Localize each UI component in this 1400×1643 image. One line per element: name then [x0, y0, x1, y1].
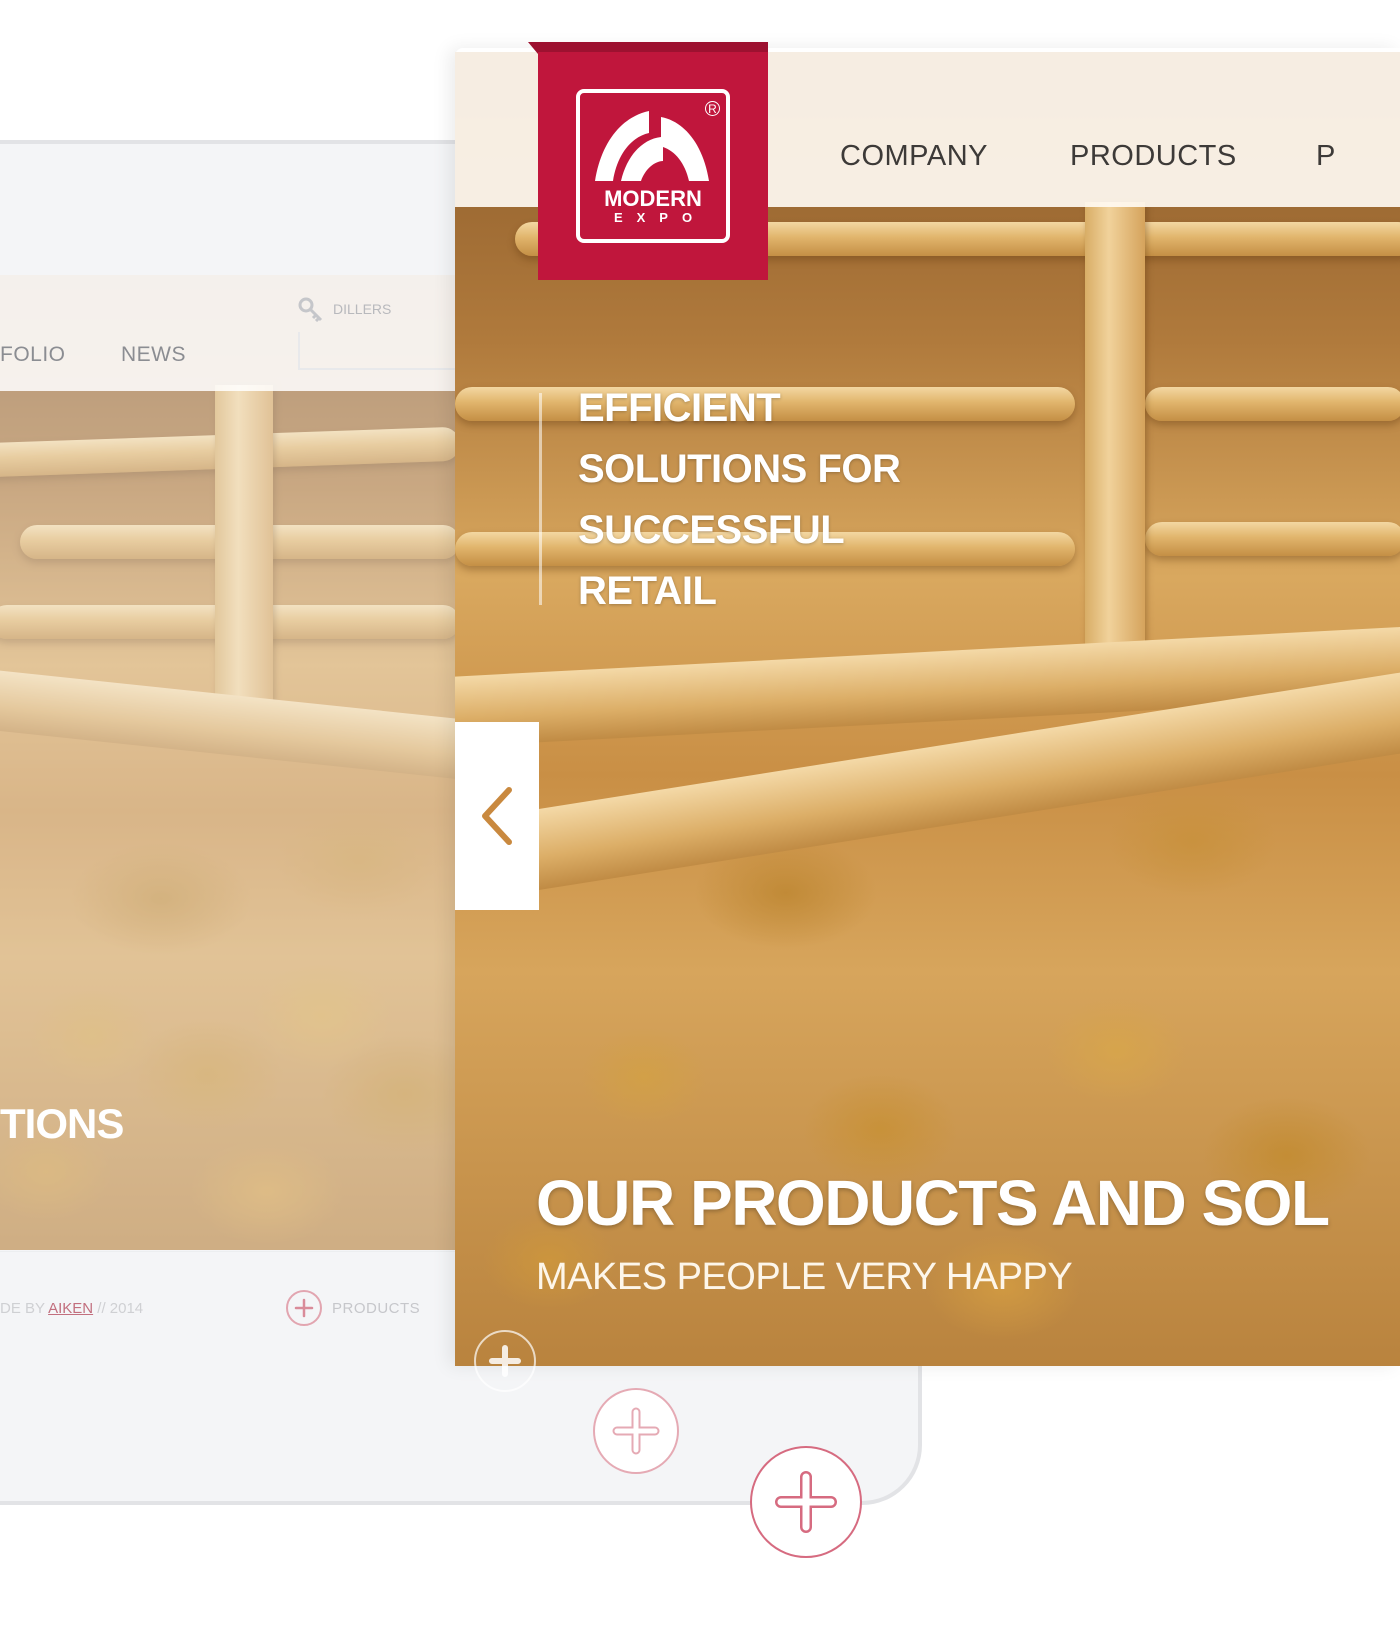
plus-icon — [489, 1345, 521, 1377]
logo-arches-icon — [595, 111, 709, 181]
logo-mark: R MODERN EXPO — [576, 89, 730, 243]
back-nav-news[interactable]: NEWS — [121, 343, 186, 367]
plus-icon — [612, 1407, 660, 1455]
prev-slide-button[interactable] — [455, 722, 539, 910]
back-products-button[interactable]: PRODUCTS — [286, 1290, 420, 1326]
front-plus-button[interactable] — [474, 1330, 536, 1392]
back-headline: TIONS — [0, 1100, 124, 1147]
hero-line-4: RETAIL — [578, 569, 717, 613]
key-icon — [298, 297, 323, 322]
plus-icon — [775, 1471, 837, 1533]
back-nav-portfolio[interactable]: FOLIO — [0, 343, 66, 367]
credit-prefix: DE BY — [0, 1300, 49, 1317]
plus-icon — [286, 1290, 322, 1326]
plus-circle-medium[interactable] — [593, 1388, 679, 1474]
nav-company[interactable]: COMPANY — [840, 140, 988, 173]
dillers-link[interactable]: DILLERS — [297, 296, 391, 322]
back-search-input[interactable] — [298, 332, 458, 370]
hero-line-1: EFFICIENT — [578, 386, 781, 430]
chevron-left-icon — [482, 787, 512, 845]
credit-suffix: // 2014 — [93, 1300, 144, 1317]
credit-text: DE BY AIKEN // 2014 — [0, 1300, 143, 1317]
plus-circle-large[interactable] — [750, 1446, 862, 1558]
products-title: OUR PRODUCTS AND SOL — [536, 1167, 1330, 1239]
dillers-label: DILLERS — [333, 301, 392, 317]
back-products-label: PRODUCTS — [332, 1299, 421, 1317]
hero-divider — [539, 393, 542, 605]
logo-word-modern: MODERN — [604, 186, 702, 212]
registered-mark: R — [705, 101, 720, 116]
nav-portfolio[interactable]: P — [1316, 140, 1336, 173]
logo-word-expo: EXPO — [613, 210, 707, 226]
credit-author-link[interactable]: AIKEN — [48, 1300, 93, 1317]
hero-line-2: SOLUTIONS FOR — [578, 447, 901, 491]
hero-line-3: SUCCESSFUL — [578, 508, 845, 552]
nav-products[interactable]: PRODUCTS — [1070, 140, 1237, 173]
products-subtitle: MAKES PEOPLE VERY HAPPY — [536, 1256, 1073, 1298]
modern-expo-logo[interactable]: R MODERN EXPO — [538, 52, 768, 280]
